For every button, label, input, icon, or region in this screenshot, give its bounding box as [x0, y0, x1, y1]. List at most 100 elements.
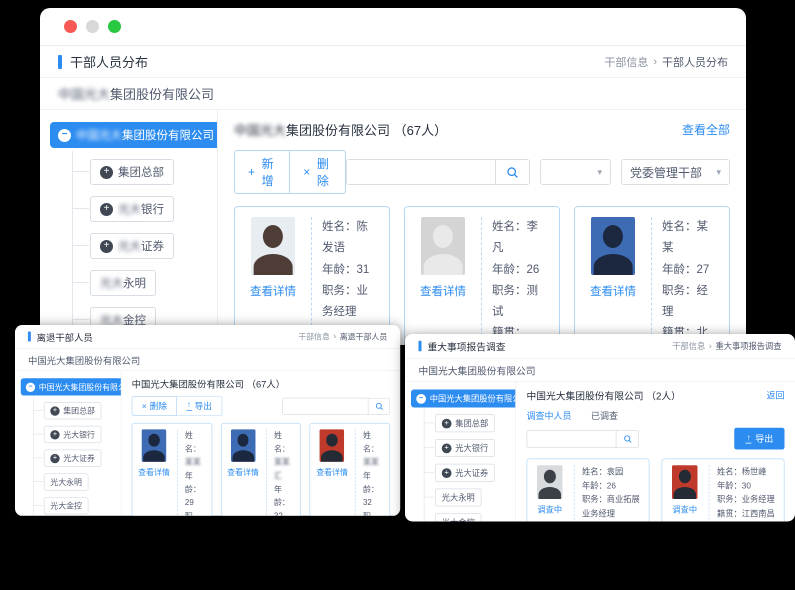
- page-header: 离退干部人员 干部信息 › 离退干部人员: [15, 325, 400, 349]
- tree-node[interactable]: 光大永明: [435, 489, 482, 507]
- person-origin: 江西南昌: [742, 510, 775, 519]
- minimize-button[interactable]: [86, 20, 99, 33]
- content-title: 中国光大集团股份有限公司 （67人）: [234, 120, 447, 139]
- person-card: 查看详情 姓名：某某 年龄：29 职务：业务经理 籍贯：海南: [132, 423, 212, 516]
- company-name: 集团股份有限公司: [110, 84, 214, 103]
- breadcrumb-root[interactable]: 干部信息: [604, 54, 648, 70]
- tree-node[interactable]: +光大银行: [44, 426, 102, 443]
- tree-node-root[interactable]: − 中国光大集团股份有限公司: [50, 122, 218, 148]
- expand-icon[interactable]: +: [50, 430, 59, 439]
- org-tree-panel: − 中国光大集团股份有限公司 +集团总部 +光大银行 +光大证券 光大永明 光大…: [15, 371, 122, 516]
- collapse-icon[interactable]: −: [26, 382, 35, 391]
- title-accent-bar: [28, 331, 31, 341]
- tab-under-investigation[interactable]: 调查中人员: [527, 409, 572, 422]
- view-detail-link[interactable]: 查看详情: [250, 283, 296, 299]
- expand-icon[interactable]: +: [50, 454, 59, 463]
- tree-node[interactable]: 光大永明: [44, 473, 89, 490]
- delete-button[interactable]: ×删除: [290, 150, 345, 194]
- content-title: 中国光大集团股份有限公司 （2人）: [527, 388, 681, 402]
- company-bar: 中国光大集团股份有限公司: [405, 359, 795, 382]
- search-button[interactable]: [496, 159, 530, 185]
- divider: [709, 465, 710, 521]
- search-button[interactable]: [369, 397, 391, 414]
- breadcrumb-root[interactable]: 干部信息: [298, 331, 330, 343]
- add-button[interactable]: +新增: [234, 150, 290, 194]
- person-photo: [537, 465, 563, 499]
- tree-node-root[interactable]: − 中国光大集团股份有限公司: [21, 378, 122, 395]
- breadcrumb-separator-icon: ›: [709, 342, 712, 351]
- expand-icon[interactable]: +: [442, 468, 452, 478]
- tree-node[interactable]: +光大证券: [435, 464, 495, 482]
- org-tree-panel: − 中国光大集团股份有限公司 +集团总部 +光大银行 +光大证券 光大永明 光大…: [405, 382, 516, 522]
- view-all-link[interactable]: 查看全部: [682, 121, 730, 138]
- person-photo: [672, 465, 698, 499]
- company-name-masked: 中国光大: [58, 84, 110, 103]
- tree-node[interactable]: +集团总部: [44, 402, 102, 419]
- breadcrumb-root[interactable]: 干部信息: [672, 340, 705, 352]
- tree-node-hq[interactable]: +集团总部: [90, 159, 174, 185]
- person-age: 26: [527, 264, 540, 276]
- person-name: 某某汇: [274, 458, 290, 480]
- person-age: 27: [697, 264, 710, 276]
- content-panel: 中国光大集团股份有限公司 （67人） ×删除 ↑导出: [122, 371, 401, 516]
- divider: [266, 429, 267, 515]
- tree-node[interactable]: +集团总部: [435, 414, 495, 432]
- delete-icon: ×: [303, 165, 310, 179]
- tree-node-root[interactable]: − 中国光大集团股份有限公司: [411, 390, 516, 408]
- person-photo: [231, 429, 255, 461]
- breadcrumb-current: 离退干部人员: [340, 331, 388, 343]
- collapse-icon[interactable]: −: [416, 394, 426, 404]
- delete-button[interactable]: ×删除: [132, 396, 177, 415]
- export-button[interactable]: ↑导出: [735, 428, 785, 450]
- person-age: 32: [274, 512, 283, 516]
- zoom-button[interactable]: [108, 20, 121, 33]
- expand-icon[interactable]: +: [100, 166, 113, 179]
- tree-node-bank[interactable]: +光大银行: [90, 196, 174, 222]
- search-input[interactable]: [346, 159, 496, 185]
- search-icon: [375, 402, 384, 411]
- tree-node[interactable]: +光大证券: [44, 450, 102, 467]
- close-button[interactable]: [64, 20, 77, 33]
- expand-icon[interactable]: +: [50, 406, 59, 415]
- person-age: 31: [357, 264, 370, 276]
- person-name: 袁园: [607, 468, 624, 477]
- expand-icon[interactable]: +: [100, 203, 113, 216]
- collapse-icon[interactable]: −: [58, 129, 71, 142]
- person-age: 30: [742, 482, 751, 491]
- cadre-type-select[interactable]: 党委管理干部▾: [621, 159, 730, 185]
- divider: [177, 429, 178, 515]
- person-name: 某某: [185, 458, 201, 467]
- tree-node[interactable]: 光大金控: [435, 513, 482, 521]
- search-button[interactable]: [617, 430, 640, 448]
- search-input[interactable]: [527, 430, 617, 448]
- search-icon: [506, 166, 519, 179]
- person-card: 查看详情 姓名：某某 年龄：27 职务：经理 籍贯：北京市: [574, 206, 730, 345]
- back-link[interactable]: 返回: [766, 389, 784, 402]
- page-title: 离退干部人员: [37, 330, 93, 344]
- tree-node-securities[interactable]: +光大证券: [90, 233, 174, 259]
- view-detail-link[interactable]: 查看详情: [590, 283, 636, 299]
- title-accent-bar: [58, 55, 62, 69]
- view-detail-link[interactable]: 查看详情: [420, 283, 466, 299]
- filter-select-empty[interactable]: ▾: [540, 159, 612, 185]
- tree-node[interactable]: 光大金控: [44, 497, 89, 514]
- status-link[interactable]: 调查中: [672, 504, 697, 516]
- view-detail-link[interactable]: 查看详情: [227, 466, 259, 478]
- tree-node-yongming[interactable]: 光大永明: [90, 270, 156, 296]
- view-detail-link[interactable]: 查看详情: [316, 466, 348, 478]
- tab-investigated[interactable]: 已调查: [591, 409, 618, 422]
- tree-node[interactable]: +光大银行: [435, 439, 495, 457]
- major-matters-window: 重大事项报告调查 干部信息 › 重大事项报告调查 中国光大集团股份有限公司 − …: [405, 334, 795, 522]
- expand-icon[interactable]: +: [442, 418, 452, 428]
- page-title: 重大事项报告调查: [428, 339, 506, 353]
- status-link[interactable]: 调查中: [537, 504, 562, 516]
- expand-icon[interactable]: +: [442, 443, 452, 453]
- person-age: 32: [363, 499, 372, 508]
- breadcrumb: 干部信息 › 离退干部人员: [298, 331, 387, 343]
- export-button[interactable]: ↑导出: [177, 396, 222, 415]
- chevron-down-icon: ▾: [708, 167, 721, 178]
- plus-icon: +: [248, 165, 255, 179]
- search-input[interactable]: [282, 397, 368, 414]
- expand-icon[interactable]: +: [100, 240, 113, 253]
- view-detail-link[interactable]: 查看详情: [138, 466, 170, 478]
